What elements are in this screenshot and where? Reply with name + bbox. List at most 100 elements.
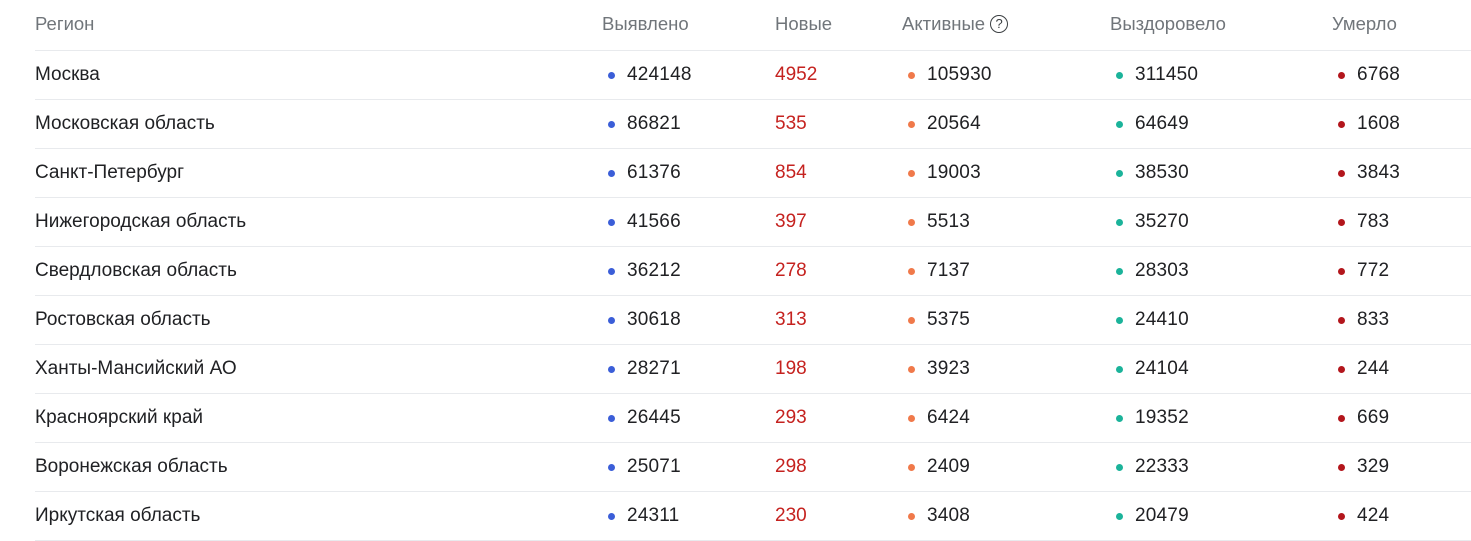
header-new[interactable]: Новые xyxy=(775,0,832,50)
active-value: 20564 xyxy=(927,113,981,134)
new-cell: 4952 xyxy=(775,51,817,99)
deaths-dot-icon xyxy=(1338,316,1345,324)
confirmed-value: 86821 xyxy=(627,113,681,134)
header-deaths[interactable]: Умерло xyxy=(1332,0,1397,50)
deaths-cell: 833 xyxy=(1338,296,1389,344)
table-row[interactable]: Иркутская область 24311 230 3408 20479 424 xyxy=(35,492,1471,541)
header-active[interactable]: Активные ? xyxy=(902,0,1009,50)
recovered-value: 64649 xyxy=(1135,113,1189,134)
new-value: 397 xyxy=(775,211,807,232)
question-mark-icon[interactable]: ? xyxy=(990,14,1009,33)
deaths-value: 329 xyxy=(1357,456,1390,477)
active-value: 5513 xyxy=(927,211,971,232)
active-cell: 2409 xyxy=(908,443,970,491)
confirmed-cell: 61376 xyxy=(608,149,681,197)
recovered-value: 38530 xyxy=(1135,162,1189,183)
recovered-dot-icon xyxy=(1116,365,1123,373)
recovered-dot-icon xyxy=(1116,71,1123,79)
active-dot-icon xyxy=(908,71,915,79)
recovered-dot-icon xyxy=(1116,316,1123,324)
recovered-value: 24410 xyxy=(1135,309,1189,330)
header-region[interactable]: Регион xyxy=(35,0,94,50)
deaths-cell: 3843 xyxy=(1338,149,1400,197)
active-cell: 5375 xyxy=(908,296,970,344)
active-value: 6424 xyxy=(927,407,971,428)
confirmed-dot-icon xyxy=(608,267,615,275)
new-cell: 535 xyxy=(775,100,807,148)
deaths-cell: 424 xyxy=(1338,492,1389,540)
table-row[interactable]: Красноярский край 26445 293 6424 19352 669 xyxy=(35,394,1471,443)
region-name: Москва xyxy=(35,64,100,85)
confirmed-cell: 36212 xyxy=(608,247,681,295)
regions-table: Регион Выявлено Новые Активные ? Выздоро… xyxy=(35,0,1471,541)
confirmed-value: 424148 xyxy=(627,64,692,85)
deaths-value: 424 xyxy=(1357,505,1390,526)
active-dot-icon xyxy=(908,120,915,128)
recovered-value: 311450 xyxy=(1135,64,1199,85)
region-name: Ростовская область xyxy=(35,309,211,330)
table-row[interactable]: Воронежская область 25071 298 2409 22333 329 xyxy=(35,443,1471,492)
confirmed-value: 30618 xyxy=(627,309,681,330)
new-value: 198 xyxy=(775,358,807,379)
table-row[interactable]: Свердловская область 36212 278 7137 28303 772 xyxy=(35,247,1471,296)
confirmed-value: 25071 xyxy=(627,456,681,477)
deaths-dot-icon xyxy=(1338,71,1345,79)
table-row[interactable]: Москва 424148 4952 105930 311450 6768 xyxy=(35,51,1471,100)
active-value: 3923 xyxy=(927,358,971,379)
active-value: 3408 xyxy=(927,505,971,526)
confirmed-cell: 26445 xyxy=(608,394,681,442)
confirmed-value: 41566 xyxy=(627,211,681,232)
table-row[interactable]: Ростовская область 30618 313 5375 24410 833 xyxy=(35,296,1471,345)
recovered-cell: 22333 xyxy=(1116,443,1189,491)
confirmed-value: 28271 xyxy=(627,358,681,379)
recovered-value: 35270 xyxy=(1135,211,1189,232)
deaths-cell: 783 xyxy=(1338,198,1389,246)
table-row[interactable]: Ханты-Мансийский АО 28271 198 3923 24104 244 xyxy=(35,345,1471,394)
new-value: 278 xyxy=(775,260,807,281)
confirmed-dot-icon xyxy=(608,463,615,471)
new-cell: 298 xyxy=(775,443,807,491)
recovered-value: 22333 xyxy=(1135,456,1189,477)
recovered-dot-icon xyxy=(1116,512,1123,520)
new-value: 4952 xyxy=(775,64,818,85)
recovered-cell: 19352 xyxy=(1116,394,1189,442)
deaths-value: 1608 xyxy=(1357,113,1401,134)
table-body: Москва 424148 4952 105930 311450 6768 Московск… xyxy=(35,51,1471,541)
deaths-cell: 1608 xyxy=(1338,100,1400,148)
recovered-value: 28303 xyxy=(1135,260,1189,281)
confirmed-cell: 30618 xyxy=(608,296,681,344)
confirmed-dot-icon xyxy=(608,120,615,128)
confirmed-cell: 25071 xyxy=(608,443,681,491)
recovered-cell: 28303 xyxy=(1116,247,1189,295)
region-name: Санкт-Петербург xyxy=(35,162,185,183)
confirmed-value: 24311 xyxy=(627,505,680,526)
recovered-value: 24104 xyxy=(1135,358,1189,379)
new-cell: 230 xyxy=(775,492,807,540)
deaths-dot-icon xyxy=(1338,463,1345,471)
new-cell: 293 xyxy=(775,394,807,442)
deaths-value: 772 xyxy=(1357,260,1390,281)
region-name: Ханты-Мансийский АО xyxy=(35,358,237,379)
new-value: 293 xyxy=(775,407,807,428)
recovered-cell: 24104 xyxy=(1116,345,1189,393)
table-row[interactable]: Нижегородская область 41566 397 5513 35270 78… xyxy=(35,198,1471,247)
deaths-dot-icon xyxy=(1338,365,1345,373)
table-row[interactable]: Санкт-Петербург 61376 854 19003 38530 3843 xyxy=(35,149,1471,198)
confirmed-value: 26445 xyxy=(627,407,681,428)
active-cell: 19003 xyxy=(908,149,981,197)
new-cell: 397 xyxy=(775,198,807,246)
active-value: 7137 xyxy=(927,260,971,281)
recovered-dot-icon xyxy=(1116,169,1123,177)
header-confirmed[interactable]: Выявлено xyxy=(602,0,689,50)
confirmed-value: 36212 xyxy=(627,260,681,281)
deaths-dot-icon xyxy=(1338,218,1345,226)
confirmed-dot-icon xyxy=(608,414,615,422)
confirmed-dot-icon xyxy=(608,316,615,324)
active-dot-icon xyxy=(908,414,915,422)
table-row[interactable]: Московская область 86821 535 20564 64649 1608 xyxy=(35,100,1471,149)
active-value: 19003 xyxy=(927,162,981,183)
recovered-cell: 24410 xyxy=(1116,296,1189,344)
region-name: Свердловская область xyxy=(35,260,237,281)
header-recovered[interactable]: Выздоровело xyxy=(1110,0,1226,50)
deaths-value: 669 xyxy=(1357,407,1390,428)
